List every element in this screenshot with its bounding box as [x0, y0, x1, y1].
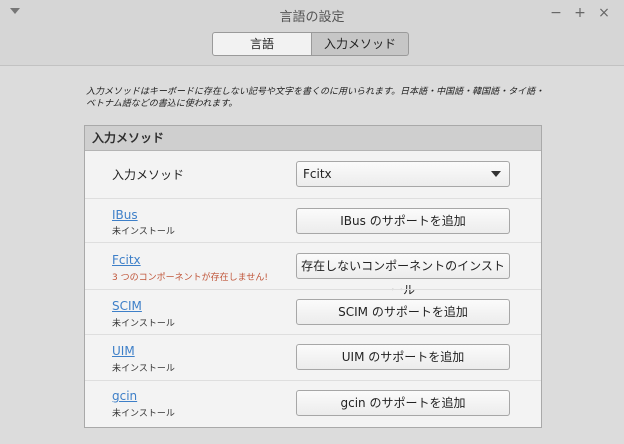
- fcitx-row: Fcitx 3 つのコンポーネントが存在しません! 存在しないコンポーネントのイ…: [85, 242, 541, 297]
- fcitx-link[interactable]: Fcitx: [112, 253, 141, 267]
- description-text: 入力メソッドはキーボードに存在しない記号や文字を書くのに用いられます。日本語・中…: [86, 87, 545, 109]
- scim-status: 未インストール: [112, 319, 175, 329]
- gcin-status: 未インストール: [112, 409, 175, 419]
- close-icon[interactable]: ×: [596, 5, 612, 21]
- tab-bar: 言語 入力メソッド: [212, 32, 409, 56]
- input-method-select-row: 入力メソッド Fcitx: [85, 151, 541, 198]
- uim-link[interactable]: UIM: [112, 344, 135, 358]
- tab-input-method[interactable]: 入力メソッド: [312, 32, 409, 56]
- tab-language[interactable]: 言語: [212, 32, 312, 56]
- language-settings-window: 言語の設定 − + × 言語 入力メソッド 入力メソッドはキーボードに存在しない…: [0, 0, 624, 444]
- maximize-icon[interactable]: +: [572, 5, 588, 21]
- window-title: 言語の設定: [279, 10, 345, 25]
- input-method-dropdown[interactable]: Fcitx: [296, 161, 510, 187]
- scim-row: SCIM 未インストール SCIM のサポートを追加: [85, 289, 541, 335]
- uim-status: 未インストール: [112, 364, 175, 374]
- add-scim-support-button[interactable]: SCIM のサポートを追加: [296, 299, 510, 325]
- input-method-label: 入力メソッド: [112, 168, 185, 182]
- input-method-panel: 入力メソッド 入力メソッド Fcitx IBus 未インストール IBus のサ…: [84, 125, 542, 428]
- minimize-icon[interactable]: −: [548, 5, 564, 21]
- input-method-dropdown-value: Fcitx: [303, 167, 332, 181]
- fcitx-status: 3 つのコンポーネントが存在しません!: [112, 273, 268, 283]
- gcin-row: gcin 未インストール gcin のサポートを追加: [85, 380, 541, 427]
- panel-header: 入力メソッド: [85, 126, 541, 151]
- chevron-down-icon: [491, 171, 501, 177]
- gcin-link[interactable]: gcin: [112, 389, 137, 403]
- scim-link[interactable]: SCIM: [112, 299, 142, 313]
- add-gcin-support-button[interactable]: gcin のサポートを追加: [296, 390, 510, 416]
- uim-row: UIM 未インストール UIM のサポートを追加: [85, 334, 541, 381]
- ibus-link[interactable]: IBus: [112, 208, 138, 222]
- add-uim-support-button[interactable]: UIM のサポートを追加: [296, 344, 510, 370]
- title-bar: 言語の設定 − + ×: [0, 0, 624, 30]
- add-ibus-support-button[interactable]: IBus のサポートを追加: [296, 208, 510, 234]
- ibus-status: 未インストール: [112, 227, 175, 237]
- ibus-row: IBus 未インストール IBus のサポートを追加: [85, 198, 541, 243]
- install-missing-components-button[interactable]: 存在しないコンポーネントのインストール: [296, 253, 510, 297]
